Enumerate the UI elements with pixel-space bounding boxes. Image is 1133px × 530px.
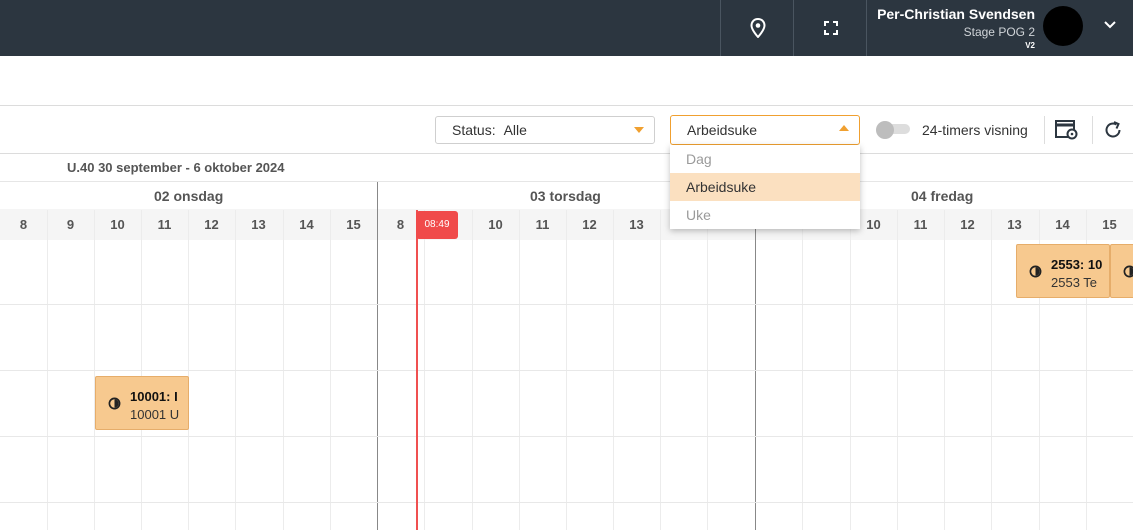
week-label: U.40 30 september - 6 oktober 2024 xyxy=(67,160,285,175)
toolbar-separator xyxy=(1044,116,1045,144)
status-filter-value: Alle xyxy=(503,122,527,138)
grid-row-line xyxy=(0,304,1133,305)
current-time-line xyxy=(416,210,418,530)
hour-label: 15 xyxy=(346,217,361,232)
event-subtitle: 10001 U xyxy=(130,407,180,422)
grid-row-line xyxy=(0,370,1133,371)
calendar-settings-button[interactable] xyxy=(1055,119,1079,146)
progress-icon xyxy=(108,397,121,410)
map-pin-icon xyxy=(749,18,766,38)
avatar[interactable] xyxy=(1043,6,1083,46)
day-label-thursday: 03 torsdag xyxy=(530,188,601,204)
fullscreen-icon xyxy=(823,21,838,35)
hour-label: 12 xyxy=(960,217,975,232)
status-filter-select[interactable]: Status: Alle xyxy=(435,116,655,144)
grid-row-line xyxy=(0,436,1133,437)
toolbar-top-divider xyxy=(0,105,1133,106)
hour-label: 10 xyxy=(110,217,125,232)
view-option-arbeidsuke[interactable]: Arbeidsuke xyxy=(670,173,860,201)
progress-icon xyxy=(1029,265,1042,278)
top-bar: Per-Christian Svendsen Stage POG 2 V2 xyxy=(0,0,1133,56)
hour-label: 12 xyxy=(582,217,597,232)
grid-row-line xyxy=(0,502,1133,503)
hour-label: 15 xyxy=(1102,217,1117,232)
calendar-event[interactable]: 10001: I 10001 U xyxy=(95,376,189,430)
week-divider xyxy=(0,181,1133,182)
refresh-icon xyxy=(1105,121,1121,138)
calendar-event[interactable]: 2553: 10 2553 Te xyxy=(1016,244,1110,298)
hour-label: 14 xyxy=(1055,217,1070,232)
hour-label: 9 xyxy=(66,217,75,232)
location-button[interactable] xyxy=(720,0,794,56)
view-mode-value: Arbeidsuke xyxy=(687,122,758,138)
hour-label: 13 xyxy=(629,217,644,232)
toolbar-bottom-divider xyxy=(0,153,1133,154)
status-filter-label: Status: xyxy=(452,122,496,138)
24h-view-toggle[interactable] xyxy=(876,121,910,139)
view-mode-select[interactable]: Arbeidsuke xyxy=(670,115,860,145)
toolbar-separator xyxy=(1092,116,1093,144)
hour-label: 14 xyxy=(299,217,314,232)
hour-label: 10 xyxy=(488,217,503,232)
hour-label: 11 xyxy=(535,217,550,232)
current-time-badge: 08:49 xyxy=(416,211,458,239)
event-title: 2553: 10 xyxy=(1051,257,1103,272)
view-option-uke[interactable]: Uke xyxy=(670,201,860,229)
fullscreen-button[interactable] xyxy=(793,0,867,56)
hour-label: 13 xyxy=(1007,217,1022,232)
hour-label: 13 xyxy=(251,217,266,232)
day-label-friday: 04 fredag xyxy=(911,188,974,204)
toggle-knob xyxy=(876,121,894,139)
24h-view-label: 24-timers visning xyxy=(922,122,1028,138)
user-org: Stage POG 2 xyxy=(963,25,1035,39)
user-name: Per-Christian Svendsen xyxy=(877,6,1035,22)
view-mode-dropdown: Dag Arbeidsuke Uke xyxy=(670,145,860,229)
caret-up-icon xyxy=(839,125,849,131)
caret-down-icon xyxy=(634,127,644,133)
day-label-wednesday: 02 onsdag xyxy=(154,188,224,204)
event-title: 10001: I xyxy=(130,389,178,404)
day-separator-line xyxy=(377,182,378,530)
refresh-button[interactable] xyxy=(1103,120,1123,145)
calendar-settings-icon xyxy=(1055,120,1078,140)
event-subtitle: 2553 Te xyxy=(1051,275,1098,290)
hour-label: 11 xyxy=(157,217,172,232)
hour-label: 12 xyxy=(204,217,219,232)
view-option-dag[interactable]: Dag xyxy=(670,145,860,173)
hour-label: 8 xyxy=(19,217,28,232)
chevron-down-icon[interactable] xyxy=(1103,18,1117,32)
user-menu[interactable]: Per-Christian Svendsen Stage POG 2 V2 xyxy=(866,0,1133,56)
progress-icon xyxy=(1123,265,1133,278)
version-badge: V2 xyxy=(1025,41,1035,50)
calendar-event[interactable] xyxy=(1110,244,1133,298)
hour-label: 11 xyxy=(913,217,928,232)
day-separator-line xyxy=(755,182,756,530)
